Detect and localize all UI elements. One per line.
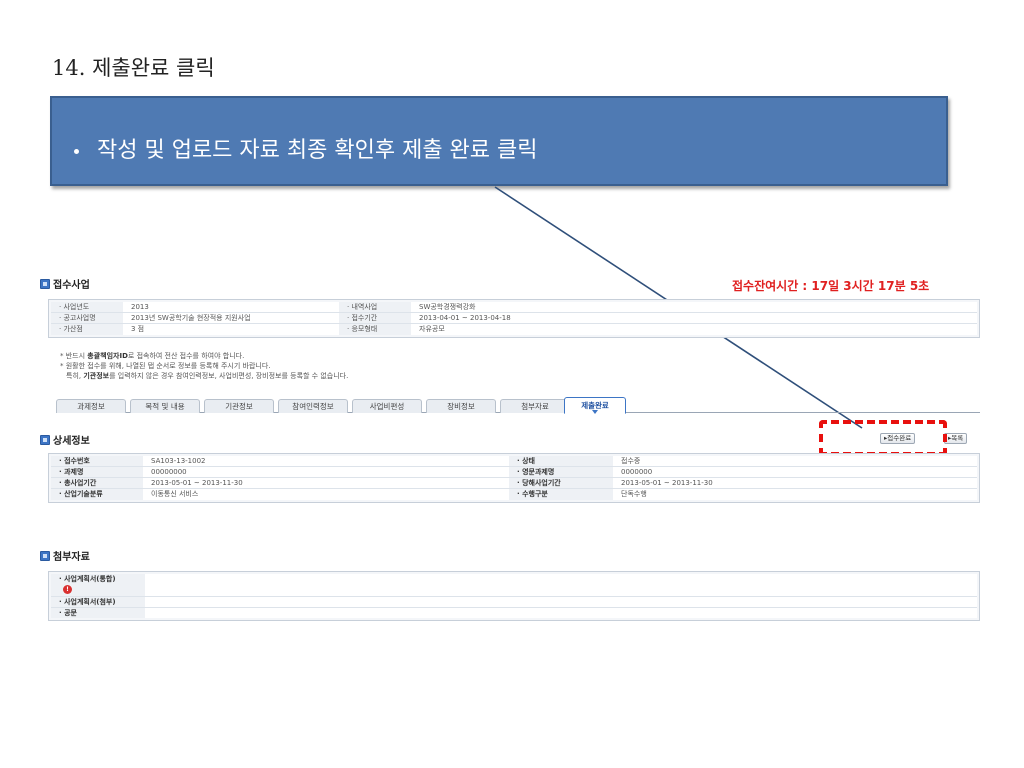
field-value: 접수중	[613, 456, 977, 466]
field-value: 00000000	[143, 467, 509, 477]
notice-fragment: 특히,	[66, 372, 84, 380]
detail-info-table: · 접수번호 SA103-13-1002 · 상태 접수중 · 과제명 0000…	[48, 453, 980, 503]
table-row: · 공문	[51, 608, 977, 618]
table-row: · 총사업기간 2013-05-01 ~ 2013-11-30 · 당해사업기간…	[51, 478, 977, 489]
attachment-upload-area[interactable]	[145, 574, 977, 596]
attachment-label: · 공문	[51, 608, 145, 618]
highlight-box	[819, 420, 947, 456]
notice-line: * 반드시 총괄책임자ID로 접속하여 전산 접수를 하여야 합니다.	[60, 351, 348, 361]
section-header-attachments: 첨부자료	[40, 548, 90, 563]
field-label: · 당해사업기간	[509, 478, 613, 488]
field-value: 2013	[123, 302, 339, 312]
tab-attachments[interactable]: 첨부자료	[500, 399, 570, 413]
field-value: 자유공모	[411, 324, 977, 335]
callout-box: 작성 및 업로드 자료 최종 확인후 제출 완료 클릭	[50, 96, 948, 186]
field-value: SA103-13-1002	[143, 456, 509, 466]
field-label: · 사업년도	[51, 302, 123, 312]
field-label: · 가산점	[51, 324, 123, 335]
table-row: · 접수번호 SA103-13-1002 · 상태 접수중	[51, 456, 977, 467]
notice-emphasis: 기관정보	[83, 372, 110, 380]
field-label: · 영문과제명	[509, 467, 613, 477]
section-icon	[40, 550, 50, 561]
table-row: · 과제명 00000000 · 영문과제명 0000000	[51, 467, 977, 478]
tab-budget[interactable]: 사업비편성	[352, 399, 422, 413]
section-title: 접수사업	[53, 280, 90, 291]
field-label: · 내역사업	[339, 302, 411, 312]
section-icon	[40, 434, 50, 445]
field-label: · 총사업기간	[51, 478, 143, 488]
field-label: · 공고사업명	[51, 313, 123, 323]
field-value: 3 점	[123, 324, 339, 335]
remaining-time: 접수잔여시간 : 17일 3시간 17분 5초	[732, 279, 930, 293]
table-row: · 사업계획서(첨부)	[51, 597, 977, 608]
notice-line: 특히, 기관정보를 입력하지 않은 경우 참여인력정보, 사업비편성, 장비정보…	[60, 371, 348, 381]
reception-info-table: · 사업년도 2013 · 내역사업 SW공학경쟁력강화 · 공고사업명 201…	[48, 299, 980, 338]
field-label: · 수행구분	[509, 489, 613, 500]
callout-text: 작성 및 업로드 자료 최종 확인후 제출 완료 클릭	[74, 132, 538, 164]
attachment-label: · 사업계획서(통합)	[59, 575, 116, 583]
table-row: · 공고사업명 2013년 SW공학기술 현장적용 지원사업 · 접수기간 20…	[51, 313, 977, 324]
attachment-upload-area[interactable]	[145, 608, 977, 618]
table-row: · 가산점 3 점 · 응모형태 자유공모	[51, 324, 977, 335]
notice-emphasis: 총괄책임자ID	[87, 352, 128, 360]
callout-message: 작성 및 업로드 자료 최종 확인후 제출 완료 클릭	[97, 138, 538, 163]
table-row: · 사업계획서(통합) !	[51, 574, 977, 597]
section-icon	[40, 278, 50, 289]
section-title: 상세정보	[53, 436, 90, 447]
tab-submit-complete[interactable]: 제출완료	[564, 397, 626, 414]
notice-fragment: * 반드시	[60, 352, 88, 360]
slide-title: 14. 제출완료 클릭	[52, 56, 215, 80]
bullet-icon	[74, 148, 79, 154]
field-value: 2013년 SW공학기술 현장적용 지원사업	[123, 313, 339, 323]
field-value: SW공학경쟁력강화	[411, 302, 977, 312]
field-value: 이동통신 서비스	[143, 489, 509, 500]
field-value: 2013-04-01 ~ 2013-04-18	[411, 313, 977, 323]
tab-equipment[interactable]: 장비정보	[426, 399, 496, 413]
tab-project-info[interactable]: 과제정보	[56, 399, 126, 413]
field-label: · 상태	[509, 456, 613, 466]
field-value: 2013-05-01 ~ 2013-11-30	[613, 478, 977, 488]
notice-line: * 원활한 접수를 위해, 나열된 탭 순서로 정보를 등록해 주시기 바랍니다…	[60, 362, 271, 370]
attachments-table: · 사업계획서(통합) ! · 사업계획서(첨부) · 공문	[48, 571, 980, 621]
required-alert-icon: !	[63, 585, 72, 594]
notice-fragment: 를 입력하지 않은 경우 참여인력정보, 사업비편성, 장비정보를 등록할 수 …	[109, 372, 349, 380]
field-label: · 접수번호	[51, 456, 143, 466]
list-button[interactable]: ▸목록	[944, 433, 968, 444]
tab-purpose[interactable]: 목적 및 내용	[130, 399, 200, 413]
notice-text: * 반드시 총괄책임자ID로 접속하여 전산 접수를 하여야 합니다. * 원활…	[60, 351, 348, 381]
notice-fragment: 로 접속하여 전산 접수를 하여야 합니다.	[127, 352, 245, 360]
field-value: 0000000	[613, 467, 977, 477]
field-label: · 산업기술분류	[51, 489, 143, 500]
attachment-upload-area[interactable]	[145, 597, 977, 607]
attachment-label: · 사업계획서(첨부)	[51, 597, 145, 607]
tab-personnel[interactable]: 참여인력정보	[278, 399, 348, 413]
table-row: · 산업기술분류 이동통신 서비스 · 수행구분 단독수행	[51, 489, 977, 500]
field-value: 단독수행	[613, 489, 977, 500]
section-header-detail: 상세정보	[40, 432, 90, 447]
table-row: · 사업년도 2013 · 내역사업 SW공학경쟁력강화	[51, 302, 977, 313]
attachment-label-cell: · 사업계획서(통합) !	[51, 574, 145, 596]
section-header-reception: 접수사업	[40, 276, 90, 291]
field-label: · 과제명	[51, 467, 143, 477]
tab-org-info[interactable]: 기관정보	[204, 399, 274, 413]
field-value: 2013-05-01 ~ 2013-11-30	[143, 478, 509, 488]
field-label: · 응모형태	[339, 324, 411, 335]
step-tabs: 과제정보 목적 및 내용 기관정보 참여인력정보 사업비편성 장비정보 첨부자료…	[56, 395, 980, 414]
section-title: 첨부자료	[53, 552, 90, 563]
field-label: · 접수기간	[339, 313, 411, 323]
